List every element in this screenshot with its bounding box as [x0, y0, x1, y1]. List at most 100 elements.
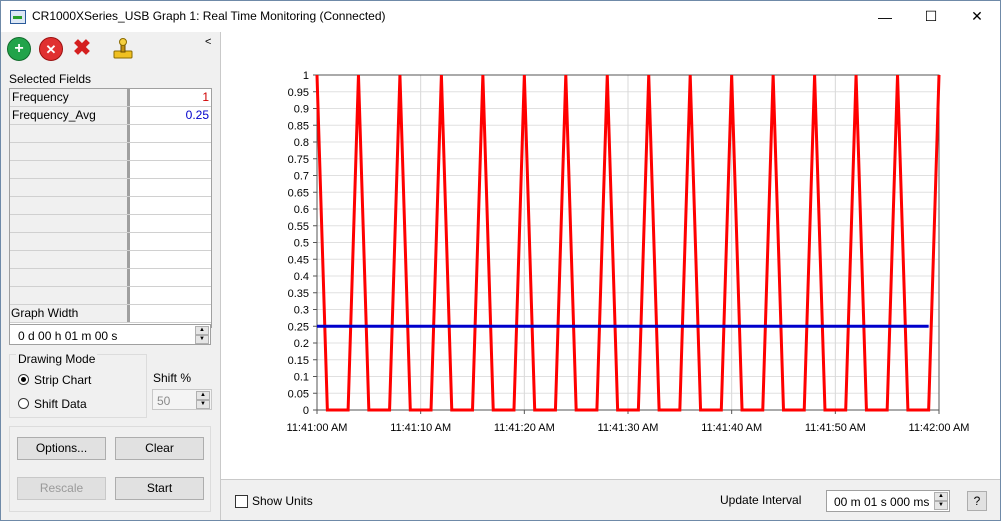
- app-window: CR1000XSeries_USB Graph 1: Real Time Mon…: [0, 0, 1001, 521]
- field-value: [133, 125, 211, 142]
- graph-width-spinner[interactable]: ▲ ▼: [195, 326, 209, 344]
- field-value: [133, 251, 211, 268]
- minimize-button[interactable]: —: [862, 1, 908, 32]
- y-tick-label: 0.65: [288, 187, 309, 199]
- field-row[interactable]: [10, 215, 211, 233]
- field-name: [10, 215, 130, 232]
- y-tick-label: 0.95: [288, 87, 309, 99]
- maximize-button[interactable]: ☐: [908, 1, 954, 32]
- field-value: [133, 179, 211, 196]
- field-value: [133, 233, 211, 250]
- title-bar: CR1000XSeries_USB Graph 1: Real Time Mon…: [1, 1, 1000, 32]
- field-name: [10, 269, 130, 286]
- remove-icon[interactable]: ✕: [39, 37, 63, 61]
- y-tick-label: 0.7: [294, 171, 309, 183]
- real-time-chart[interactable]: 1 0.95 0.9 0.85 0.8 0.75 0.7 0.65 0.6 0.55 0.5 0.45…: [221, 32, 1000, 479]
- graph-width-input[interactable]: 0 d 00 h 01 m 00 s ▲ ▼: [9, 324, 211, 345]
- y-tick-label: 0.1: [294, 372, 309, 384]
- field-row[interactable]: [10, 197, 211, 215]
- help-button[interactable]: ?: [967, 491, 987, 511]
- field-name: Frequency: [10, 89, 130, 106]
- field-value: [133, 161, 211, 178]
- field-name: [10, 251, 130, 268]
- add-icon[interactable]: +: [7, 37, 31, 61]
- y-tick-label: 0.6: [294, 204, 309, 216]
- y-tick-label: 0.85: [288, 120, 309, 132]
- field-row[interactable]: Frequency_Avg 0.25: [10, 107, 211, 125]
- start-button[interactable]: Start: [115, 477, 204, 500]
- y-tick-label: 0.4: [294, 271, 309, 283]
- strip-chart-radio[interactable]: [18, 374, 29, 385]
- field-row[interactable]: [10, 251, 211, 269]
- field-row[interactable]: [10, 269, 211, 287]
- field-row[interactable]: [10, 125, 211, 143]
- field-value: [133, 215, 211, 232]
- collapse-panel-button[interactable]: <: [205, 36, 211, 48]
- rescale-button[interactable]: Rescale: [17, 477, 106, 500]
- field-value: [133, 197, 211, 214]
- x-tick-label: 11:41:40 AM: [701, 422, 762, 434]
- field-value: [133, 143, 211, 160]
- shift-data-radio[interactable]: [18, 398, 29, 409]
- field-name: Frequency_Avg: [10, 107, 130, 124]
- y-tick-label: 0.5: [294, 238, 309, 250]
- selected-fields-label: Selected Fields: [9, 72, 92, 86]
- action-buttons-group: Options... Clear Rescale Start: [9, 426, 211, 512]
- options-button-label: Options...: [35, 441, 88, 455]
- field-name: [10, 161, 130, 178]
- show-units-label: Show Units: [252, 494, 313, 508]
- delete-all-icon[interactable]: ✖: [71, 37, 93, 59]
- field-value: 1: [202, 90, 209, 104]
- left-panel: + ✕ ✖ < Selected Fields Frequency 1 Freque…: [1, 32, 221, 520]
- field-row[interactable]: [10, 161, 211, 179]
- clear-button[interactable]: Clear: [115, 437, 204, 460]
- y-tick-label: 0.15: [288, 355, 309, 367]
- bottom-bar: Show Units Update Interval 00 m 01 s 000…: [221, 480, 1000, 520]
- clear-button-label: Clear: [145, 441, 174, 455]
- field-row[interactable]: [10, 179, 211, 197]
- update-interval-spinner[interactable]: ▲ ▼: [934, 492, 948, 510]
- show-units-checkbox[interactable]: [235, 495, 248, 508]
- y-tick-label: 1: [303, 70, 309, 82]
- y-tick-label: 0.2: [294, 338, 309, 350]
- x-tick-label: 11:41:50 AM: [805, 422, 866, 434]
- update-interval-label: Update Interval: [720, 493, 802, 507]
- field-row[interactable]: Frequency 1: [10, 89, 211, 107]
- close-button[interactable]: ✕: [954, 1, 1000, 32]
- help-button-label: ?: [973, 494, 981, 508]
- shift-data-label: Shift Data: [34, 397, 87, 411]
- options-button[interactable]: Options...: [17, 437, 106, 460]
- y-tick-label: 0.05: [288, 388, 309, 400]
- field-row[interactable]: [10, 233, 211, 251]
- joystick-icon[interactable]: [111, 37, 135, 61]
- y-tick-label: 0.8: [294, 137, 309, 149]
- x-tick-label: 11:41:10 AM: [390, 422, 451, 434]
- field-value: [133, 287, 211, 304]
- field-value: [133, 269, 211, 286]
- strip-chart-label: Strip Chart: [34, 373, 92, 387]
- field-name: [10, 233, 130, 250]
- graph-width-value: 0 d 00 h 01 m 00 s: [18, 329, 118, 343]
- field-name: [10, 287, 130, 304]
- app-icon: [10, 10, 26, 24]
- field-name: [10, 125, 130, 142]
- y-tick-label: 0.75: [288, 154, 309, 166]
- drawing-mode-label: Drawing Mode: [16, 352, 98, 366]
- field-row[interactable]: [10, 143, 211, 161]
- selected-fields-grid[interactable]: Frequency 1 Frequency_Avg 0.25: [9, 88, 212, 328]
- y-tick-label: 0.55: [288, 221, 309, 233]
- shift-percent-input[interactable]: 50 ▲ ▼: [152, 389, 212, 410]
- update-interval-input[interactable]: 00 m 01 s 000 ms ▲ ▼: [826, 490, 950, 512]
- rescale-button-label: Rescale: [39, 481, 84, 495]
- shift-percent-spinner[interactable]: ▲ ▼: [196, 391, 210, 409]
- shift-percent-label: Shift %: [153, 371, 192, 385]
- y-tick-label: 0: [303, 405, 309, 417]
- y-tick-label: 0.25: [288, 321, 309, 333]
- x-tick-label: 11:41:30 AM: [598, 422, 659, 434]
- x-tick-label: 11:41:00 AM: [287, 422, 348, 434]
- start-button-label: Start: [146, 481, 173, 495]
- field-row[interactable]: [10, 287, 211, 305]
- x-tick-label: 11:42:00 AM: [909, 422, 970, 434]
- graph-area[interactable]: 1 0.95 0.9 0.85 0.8 0.75 0.7 0.65 0.6 0.55 0.5 0.45…: [221, 32, 1000, 480]
- field-name: [10, 197, 130, 214]
